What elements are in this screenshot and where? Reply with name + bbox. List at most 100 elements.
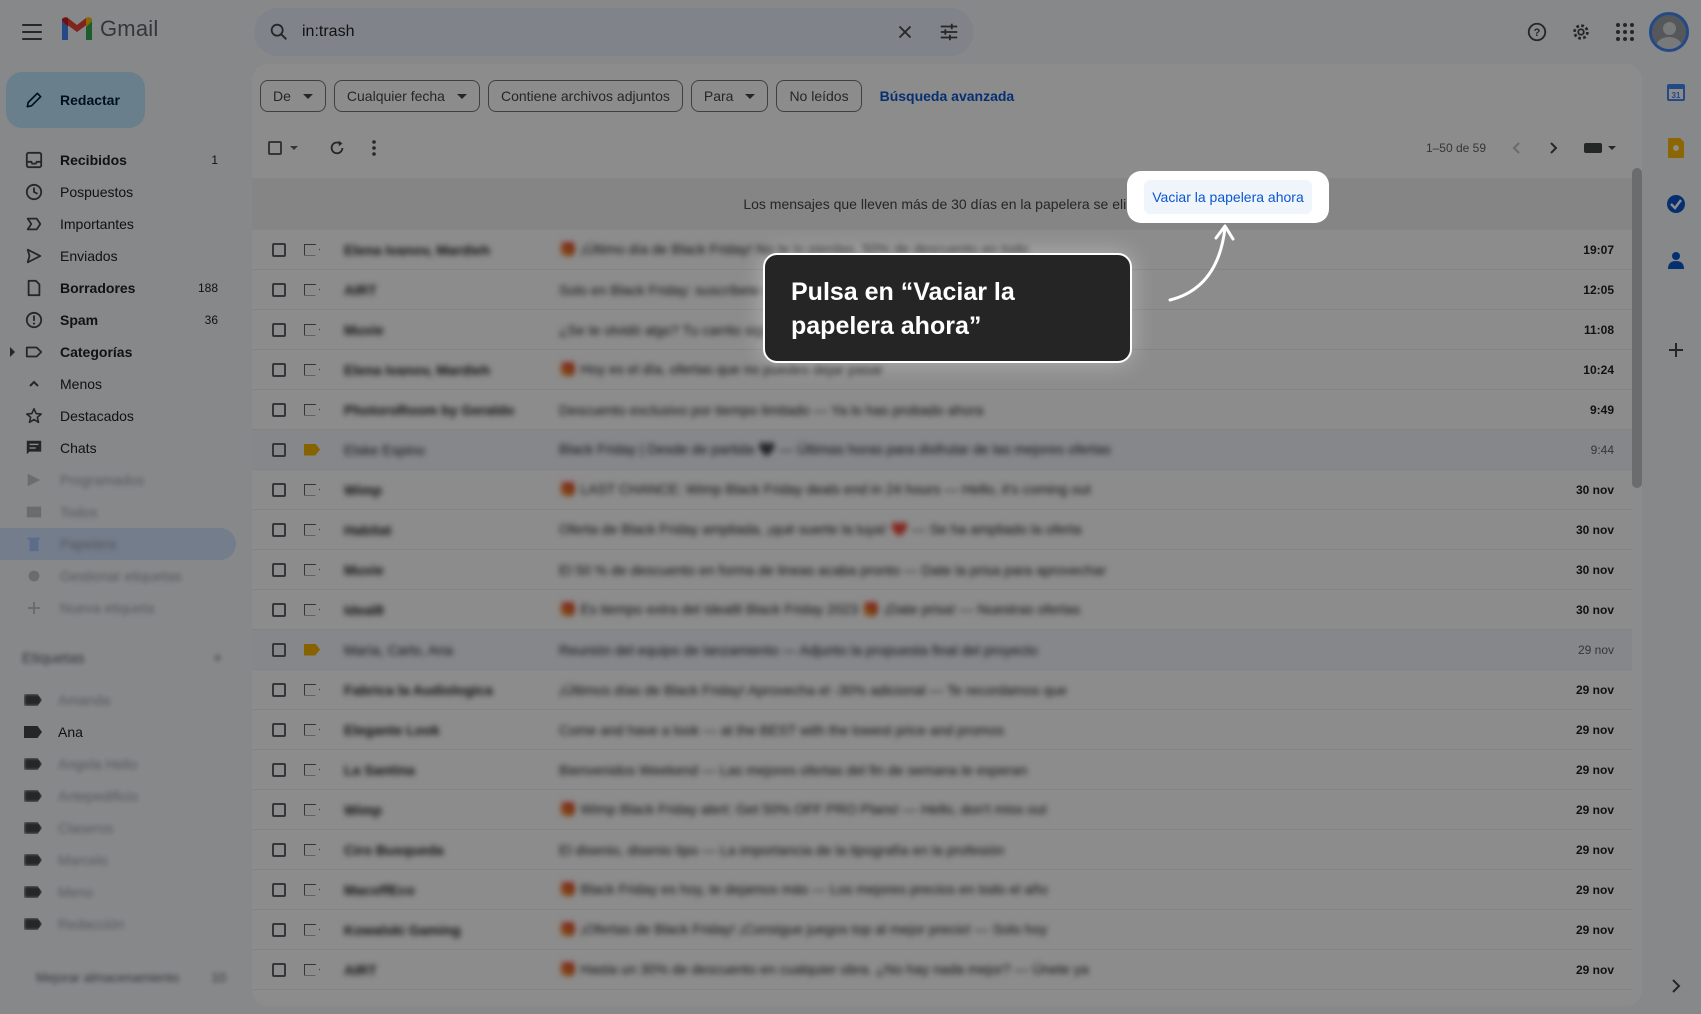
filter-unread[interactable]: No leídos: [776, 80, 862, 112]
select-menu-caret-icon[interactable]: [290, 146, 298, 150]
row-checkbox[interactable]: [272, 922, 286, 937]
sidebar-item-chats[interactable]: Chats: [0, 432, 236, 464]
more-vert-icon[interactable]: [372, 140, 376, 156]
sidebar-item-all-mail[interactable]: Todos: [0, 496, 236, 528]
search-icon[interactable]: [268, 21, 290, 43]
row-checkbox[interactable]: [272, 282, 286, 297]
row-checkbox[interactable]: [272, 722, 286, 737]
importance-marker-icon[interactable]: [304, 523, 320, 536]
row-checkbox[interactable]: [272, 482, 286, 497]
message-row[interactable]: María, Carlo, Ana Reunión del equipo de l…: [252, 630, 1632, 670]
importance-marker-icon[interactable]: [304, 563, 320, 576]
compose-button[interactable]: Redactar: [6, 72, 145, 128]
search-options-icon[interactable]: [938, 21, 960, 43]
importance-marker-icon[interactable]: [304, 963, 320, 976]
sidebar-item-spam[interactable]: Spam 36: [0, 304, 236, 336]
importance-marker-icon[interactable]: [304, 363, 320, 376]
message-row[interactable]: Muvie El 50 % de descuento en forma de li…: [252, 550, 1632, 590]
main-menu-icon[interactable]: [20, 20, 44, 44]
filter-attachments[interactable]: Contiene archivos adjuntos: [487, 80, 683, 112]
importance-marker-icon[interactable]: [304, 323, 320, 336]
scrollbar-thumb[interactable]: [1632, 168, 1642, 488]
message-row[interactable]: Ciro Busqueda El disenio, disenio tipo — …: [252, 830, 1632, 870]
row-checkbox[interactable]: [272, 602, 286, 617]
sidebar-item-categories[interactable]: Categorías: [0, 336, 236, 368]
label-item[interactable]: Claseros: [0, 812, 236, 844]
sidebar-item-manage-labels[interactable]: Gestionar etiquetas: [0, 560, 236, 592]
expand-side-panel-icon[interactable]: [1664, 974, 1688, 998]
importance-marker-icon[interactable]: [304, 603, 320, 616]
row-checkbox[interactable]: [272, 402, 286, 417]
label-item[interactable]: Meno: [0, 876, 236, 908]
sidebar-item-important[interactable]: Importantes: [0, 208, 236, 240]
row-checkbox[interactable]: [272, 762, 286, 777]
message-row[interactable]: Fabrica la Audiologica ¡Últimos días de B…: [252, 670, 1632, 710]
row-checkbox[interactable]: [272, 322, 286, 337]
input-tools-caret-icon[interactable]: [1608, 146, 1616, 150]
row-checkbox[interactable]: [272, 522, 286, 537]
row-checkbox[interactable]: [272, 682, 286, 697]
message-row[interactable]: Elske Espino Black Friday | Desde de part…: [252, 430, 1632, 470]
tasks-icon[interactable]: [1664, 192, 1688, 216]
message-row[interactable]: Elegante Look Come and have a look — at t…: [252, 710, 1632, 750]
row-checkbox[interactable]: [272, 562, 286, 577]
help-icon[interactable]: ?: [1517, 12, 1557, 52]
advanced-search-link[interactable]: Búsqueda avanzada: [880, 88, 1015, 104]
sidebar-item-sent[interactable]: Enviados: [0, 240, 236, 272]
prev-page-icon[interactable]: [1512, 142, 1522, 154]
expand-caret-icon[interactable]: [10, 347, 15, 357]
filter-to[interactable]: Para: [690, 80, 769, 112]
importance-marker-icon[interactable]: [304, 803, 320, 816]
label-item[interactable]: Angela Helio: [0, 748, 236, 780]
row-checkbox[interactable]: [272, 362, 286, 377]
label-item[interactable]: Redacción: [0, 908, 236, 940]
label-item[interactable]: Antepedificio: [0, 780, 236, 812]
label-item[interactable]: Amanda: [0, 684, 236, 716]
importance-marker-icon[interactable]: [304, 643, 320, 656]
importance-marker-icon[interactable]: [304, 923, 320, 936]
importance-marker-icon[interactable]: [304, 283, 320, 296]
filter-from[interactable]: De: [260, 80, 326, 112]
message-row[interactable]: MacoffEco 🎁 Black Friday es hoy, te dejam…: [252, 870, 1632, 910]
search-bar[interactable]: in:trash: [254, 8, 974, 56]
gmail-logo[interactable]: Gmail: [60, 16, 158, 42]
select-all-checkbox[interactable]: [268, 141, 282, 155]
empty-trash-button[interactable]: Vaciar la papelera ahora: [1144, 180, 1312, 214]
add-label-icon[interactable]: +: [213, 650, 222, 667]
keep-icon[interactable]: [1664, 136, 1688, 160]
sidebar-item-trash[interactable]: Papelera: [0, 528, 236, 560]
message-row[interactable]: PhotoroRoom by Geraldo Descuento exclusiv…: [252, 390, 1632, 430]
row-checkbox[interactable]: [272, 802, 286, 817]
label-item[interactable]: Marcelo: [0, 844, 236, 876]
importance-marker-icon[interactable]: [304, 883, 320, 896]
row-checkbox[interactable]: [272, 842, 286, 857]
search-input[interactable]: in:trash: [302, 23, 894, 41]
sidebar-item-starred[interactable]: Destacados: [0, 400, 236, 432]
message-row[interactable]: Wimp 🎁 Wimp Black Friday alert: Get 50% O…: [252, 790, 1632, 830]
message-row[interactable]: AIRT 🎁 Hasta un 30% de descuento en cualq…: [252, 950, 1632, 990]
message-row[interactable]: Ideal8 🎁 Es tiempo extra del Ideal8 Black…: [252, 590, 1632, 630]
message-row[interactable]: Wimp 🎁 LAST CHANCE: Wimp Black Friday dea…: [252, 470, 1632, 510]
row-checkbox[interactable]: [272, 962, 286, 977]
clear-search-icon[interactable]: [894, 21, 916, 43]
sidebar-item-inbox[interactable]: Recibidos 1: [0, 144, 236, 176]
importance-marker-icon[interactable]: [304, 483, 320, 496]
importance-marker-icon[interactable]: [304, 723, 320, 736]
message-row[interactable]: Habitat Oferta de Black Friday ampliada, …: [252, 510, 1632, 550]
calendar-icon[interactable]: 31: [1664, 80, 1688, 104]
apps-grid-icon[interactable]: [1605, 12, 1645, 52]
upgrade-storage[interactable]: Mejorar almacenamiento 10: [36, 970, 226, 985]
importance-marker-icon[interactable]: [304, 843, 320, 856]
refresh-icon[interactable]: [328, 139, 346, 157]
next-page-icon[interactable]: [1548, 142, 1558, 154]
contacts-icon[interactable]: [1664, 248, 1688, 272]
row-checkbox[interactable]: [272, 442, 286, 457]
label-item[interactable]: Ana: [0, 716, 236, 748]
input-tools-keyboard-icon[interactable]: [1584, 143, 1602, 153]
message-row[interactable]: Kowalski Gaming 🎁 ¡Ofertas de Black Frida…: [252, 910, 1632, 950]
importance-marker-icon[interactable]: [304, 443, 320, 456]
importance-marker-icon[interactable]: [304, 403, 320, 416]
importance-marker-icon[interactable]: [304, 243, 320, 256]
row-checkbox[interactable]: [272, 882, 286, 897]
importance-marker-icon[interactable]: [304, 763, 320, 776]
